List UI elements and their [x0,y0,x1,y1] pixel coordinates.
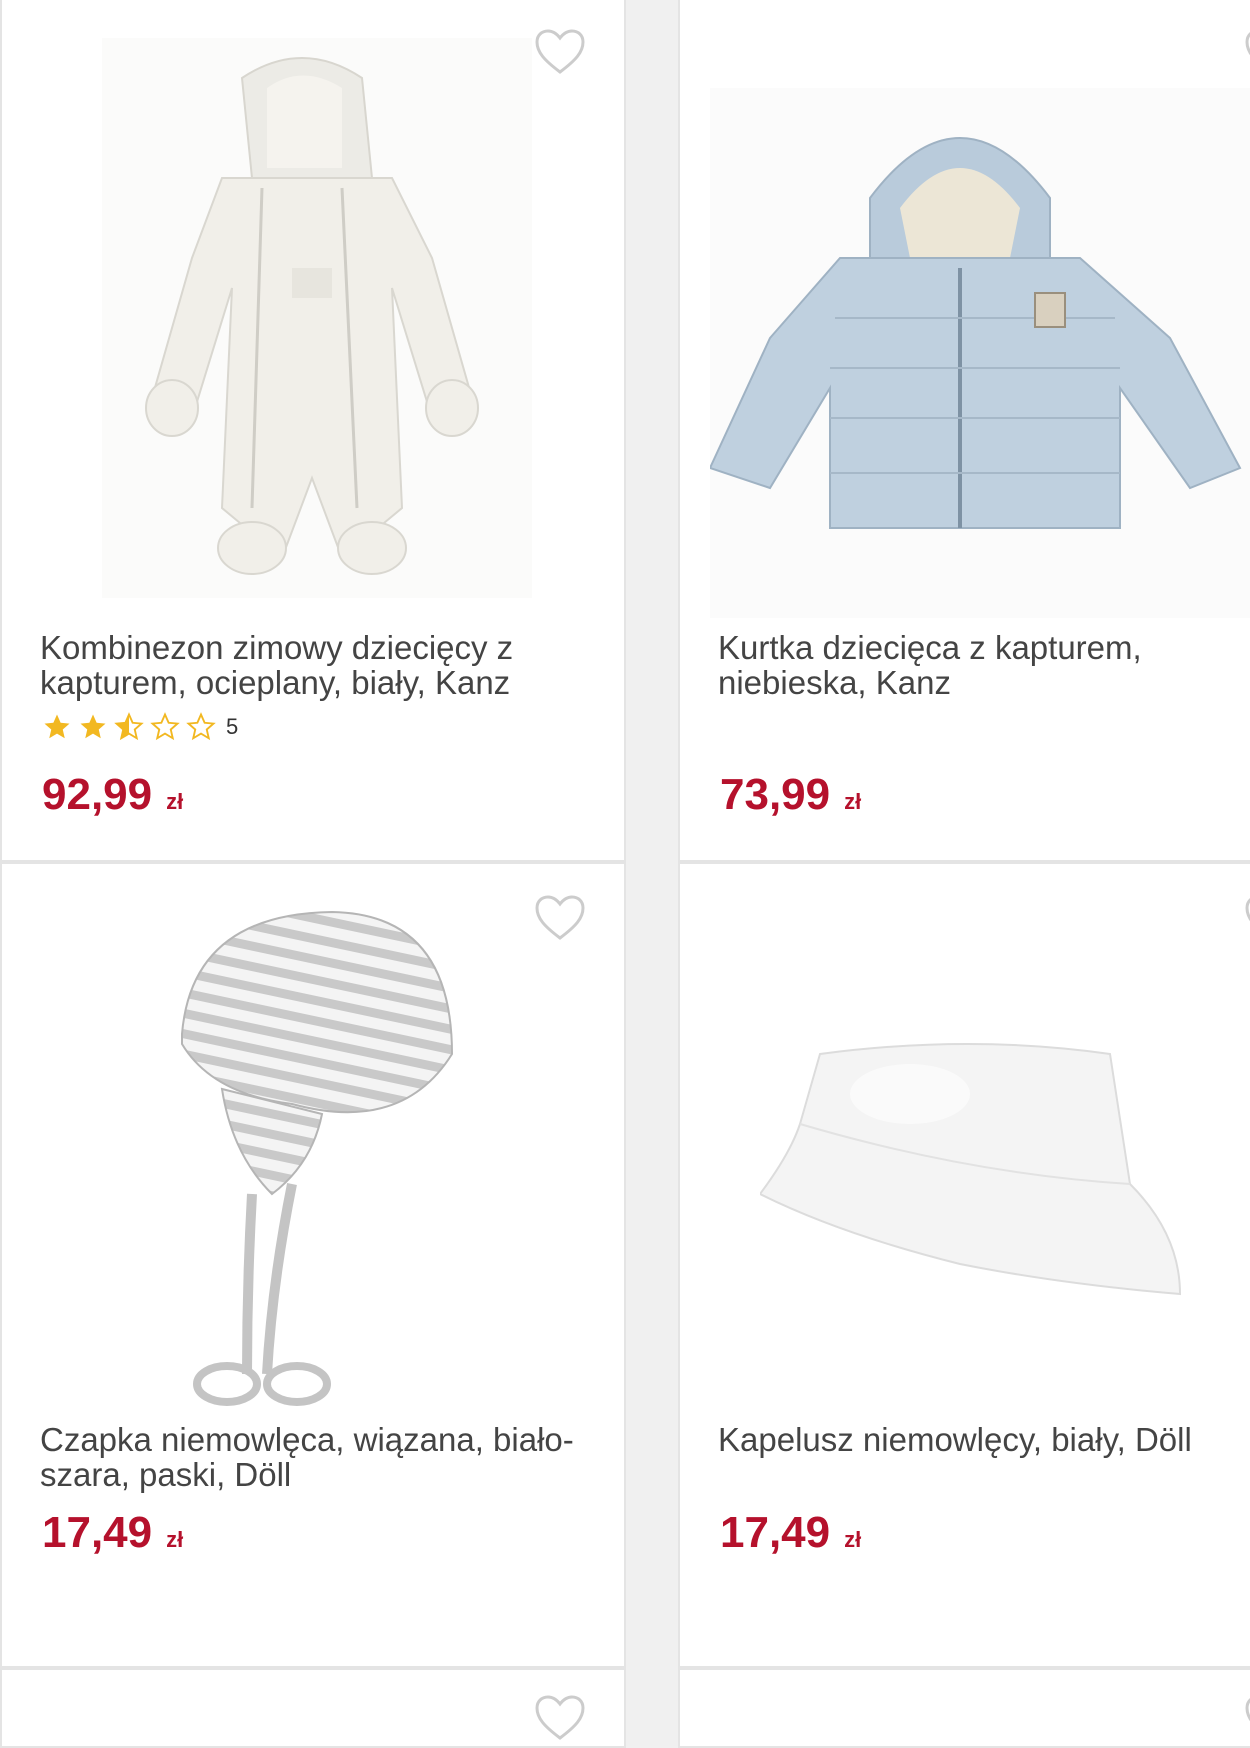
product-card[interactable]: Kurtka dziecięca z kapturem, niebieska, … [678,0,1250,862]
product-price: 73,99 zł [720,770,861,820]
price-value: 17,49 [720,1508,831,1557]
review-count: 5 [226,714,239,739]
star-empty-icon [186,712,216,741]
wishlist-heart-icon[interactable] [1244,1694,1250,1742]
product-price: 17,49 zł [42,1508,183,1558]
blue-puffer-jacket-image[interactable] [710,88,1250,618]
white-bucket-hat-image[interactable] [760,1034,1190,1334]
price-currency: zł [844,789,862,814]
wishlist-heart-icon[interactable] [534,894,586,942]
white-snowsuit-image[interactable] [102,38,532,598]
rating-stars: 5 [42,712,238,742]
product-title[interactable]: Kurtka dziecięca z kapturem, niebieska, … [718,630,1236,700]
product-title[interactable]: Kapelusz niemowlęcy, biały, Döll [718,1422,1236,1457]
price-value: 73,99 [720,770,831,819]
wishlist-heart-icon[interactable] [534,28,586,76]
wishlist-heart-icon[interactable] [1244,894,1250,942]
product-card[interactable]: Kapelusz niemowlęcy, biały, Döll 17,49 z… [678,862,1250,1668]
wishlist-heart-icon[interactable] [1244,28,1250,76]
product-price: 92,99 zł [42,770,183,820]
product-title[interactable]: Kombinezon zimowy dziecięcy z kapturem, … [40,630,584,700]
striped-baby-hat-image[interactable] [172,904,462,1414]
product-card[interactable]: Kombinezon zimowy dziecięcy z kapturem, … [0,0,626,862]
star-full-icon [80,714,106,739]
wishlist-heart-icon[interactable] [534,1694,586,1742]
price-currency: zł [166,1527,184,1552]
price-currency: zł [844,1527,862,1552]
product-price: 17,49 zł [720,1508,861,1558]
star-half-icon [114,712,144,741]
product-card[interactable] [678,1668,1250,1748]
product-title[interactable]: Czapka niemowlęca, wiązana, biało-szara,… [40,1422,584,1492]
price-value: 17,49 [42,1508,153,1557]
star-full-icon [44,714,70,739]
price-value: 92,99 [42,770,153,819]
price-currency: zł [166,789,184,814]
star-empty-icon [150,712,180,741]
product-card[interactable]: Czapka niemowlęca, wiązana, biało-szara,… [0,862,626,1668]
product-card[interactable] [0,1668,626,1748]
